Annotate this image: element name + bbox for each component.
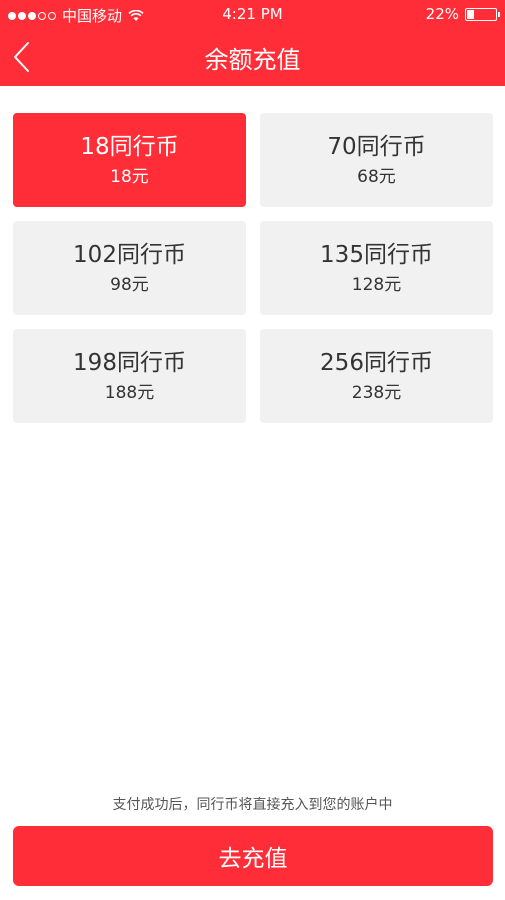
option-price: 68元	[357, 166, 396, 187]
option-price: 238元	[351, 382, 402, 403]
option-price: 98元	[110, 274, 149, 295]
option-coins: 198同行币	[73, 349, 186, 376]
top-bar: 中国移动 4:21 PM 22% 余额充值	[0, 0, 505, 86]
option-coins: 102同行币	[73, 241, 186, 268]
option-price: 18元	[110, 166, 149, 187]
recharge-options-grid: 18同行币 18元 70同行币 68元 102同行币 98元 135同行币 12…	[13, 113, 493, 423]
recharge-option-3[interactable]: 102同行币 98元	[13, 221, 246, 315]
recharge-option-2[interactable]: 70同行币 68元	[260, 113, 493, 207]
battery-percent: 22%	[425, 5, 459, 23]
option-coins: 18同行币	[80, 133, 179, 160]
battery-icon	[465, 7, 500, 21]
option-price: 188元	[104, 382, 155, 403]
page-title: 余额充值	[204, 46, 301, 74]
option-coins: 256同行币	[320, 349, 433, 376]
recharge-option-5[interactable]: 198同行币 188元	[13, 329, 246, 423]
option-coins: 70同行币	[327, 133, 426, 160]
nav-bar: 余额充值	[0, 28, 505, 86]
option-price: 128元	[351, 274, 402, 295]
payment-note: 支付成功后，同行币将直接充入到您的账户中	[112, 797, 393, 813]
recharge-option-1[interactable]: 18同行币 18元	[13, 113, 246, 207]
recharge-button[interactable]: 去充值	[13, 826, 493, 886]
option-coins: 135同行币	[320, 241, 433, 268]
status-right: 22%	[425, 5, 500, 23]
status-bar: 中国移动 4:21 PM 22%	[0, 0, 505, 28]
recharge-option-6[interactable]: 256同行币 238元	[260, 329, 493, 423]
recharge-option-4[interactable]: 135同行币 128元	[260, 221, 493, 315]
